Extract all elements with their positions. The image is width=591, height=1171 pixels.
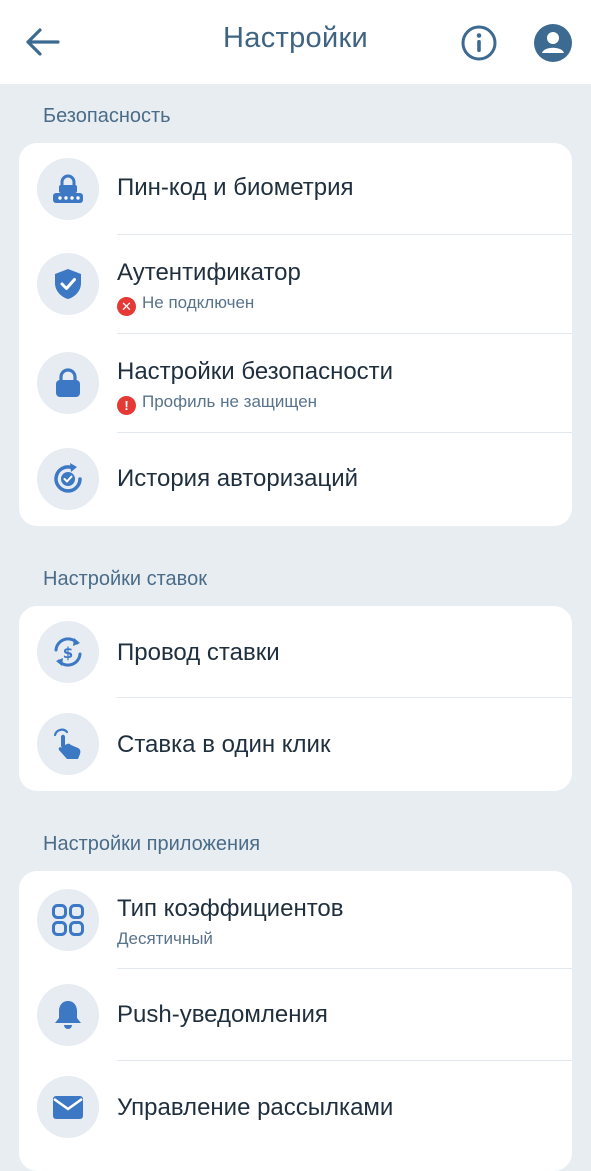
svg-text:$: $	[63, 644, 73, 662]
profile-avatar-icon[interactable]	[531, 21, 575, 65]
row-odds-type[interactable]: Тип коэффициентов Десятичный	[19, 871, 572, 969]
row-security-settings[interactable]: Настройки безопасности ! Профиль не защищ…	[19, 334, 572, 433]
status-label: Не подключен	[142, 293, 255, 312]
top-bar: Настройки	[0, 0, 591, 84]
section-title-bets: Настройки ставок	[43, 568, 207, 590]
warning-exclamation-icon: !	[117, 396, 136, 415]
row-auth-history[interactable]: История авторизаций	[19, 433, 572, 526]
history-check-icon	[37, 448, 99, 510]
row-label: Настройки безопасности	[117, 358, 394, 385]
app-card: Тип коэффициентов Десятичный Push-уведом…	[19, 871, 572, 1171]
section-title-security: Безопасность	[43, 105, 171, 127]
tap-hand-icon	[37, 713, 99, 775]
status-text: ! Профиль не защищен	[117, 392, 317, 415]
row-label: Управление рассылками	[117, 1094, 394, 1121]
status-label: Профиль не защищен	[142, 392, 318, 411]
lock-icon	[37, 352, 99, 414]
status-text: ✕ Не подключен	[117, 293, 254, 316]
page-title: Настройки	[223, 22, 368, 54]
grid-icon	[37, 889, 99, 951]
row-label: Аутентификатор	[117, 259, 301, 286]
row-label: История авторизаций	[117, 465, 359, 492]
row-label: Push-уведомления	[117, 1001, 328, 1028]
row-bet-wagering[interactable]: $ Провод ставки	[19, 606, 572, 698]
security-card: Пин-код и биометрия Аутентификатор ✕ Не п…	[19, 143, 572, 526]
shield-check-icon	[37, 253, 99, 315]
row-push-notifications[interactable]: Push-уведомления	[19, 969, 572, 1061]
row-label: Провод ставки	[117, 639, 280, 666]
row-mailing-management[interactable]: Управление рассылками	[19, 1061, 572, 1154]
row-label: Ставка в один клик	[117, 731, 331, 758]
bets-card: $ Провод ставки Ставка в один клик	[19, 606, 572, 791]
mail-icon	[37, 1076, 99, 1138]
row-label: Тип коэффициентов	[117, 895, 344, 922]
keypad-lock-icon	[37, 158, 99, 220]
info-icon[interactable]	[459, 23, 499, 63]
odds-type-value: Десятичный	[117, 929, 213, 948]
row-pin-biometrics[interactable]: Пин-код и биометрия	[19, 143, 572, 235]
row-label: Пин-код и биометрия	[117, 174, 354, 201]
dollar-refresh-icon: $	[37, 621, 99, 683]
bell-icon	[37, 984, 99, 1046]
row-authenticator[interactable]: Аутентификатор ✕ Не подключен	[19, 235, 572, 334]
section-title-app: Настройки приложения	[43, 833, 261, 855]
row-one-click-bet[interactable]: Ставка в один клик	[19, 698, 572, 791]
error-x-icon: ✕	[117, 297, 136, 316]
